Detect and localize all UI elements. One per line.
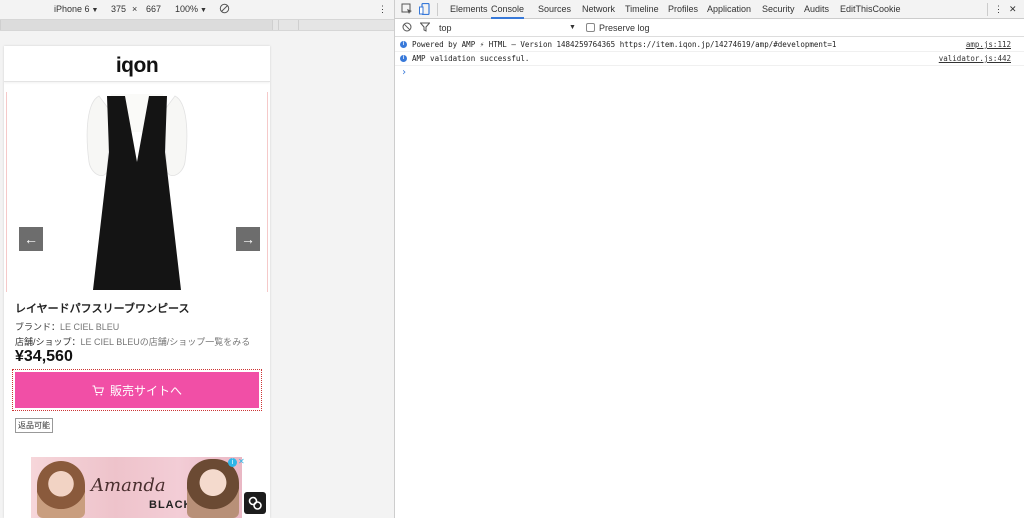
carousel-prev-button[interactable]: ← <box>19 227 43 251</box>
floating-link-icon[interactable] <box>244 492 266 514</box>
tab-profiles[interactable]: Profiles <box>668 4 698 14</box>
ad-info-icon[interactable]: i <box>228 458 237 467</box>
product-title: レイヤードパフスリーブワンピース <box>15 303 190 315</box>
chevron-down-icon[interactable]: ▼ <box>569 24 576 31</box>
devtools-more-icon[interactable]: ⋮ <box>994 4 1003 15</box>
viewport-width-input[interactable]: 375 <box>111 4 126 14</box>
device-toolbar: iPhone 6 ▼ 375 × 667 100% ▼ ⋮ <box>0 0 394 19</box>
brand-label: ブランド： <box>15 322 61 332</box>
buy-button-focus-ring: 販売サイトへ <box>12 369 262 411</box>
ad-brand-script: Amanda <box>91 475 166 496</box>
ruler-divider <box>298 20 299 30</box>
console-prompt[interactable]: › <box>401 67 407 78</box>
console-message-text: Powered by AMP ⚡ HTML – Version 14842597… <box>412 40 837 49</box>
toolbar-divider <box>987 3 988 16</box>
console-message: i Powered by AMP ⚡ HTML – Version 148425… <box>395 38 1024 52</box>
ad-model-photo <box>187 459 239 518</box>
product-carousel[interactable]: ← → <box>6 92 268 292</box>
device-name: iPhone 6 <box>54 4 90 14</box>
tab-editthiscookie[interactable]: EditThisCookie <box>840 4 901 14</box>
devtools-close-icon[interactable]: ✕ <box>1009 4 1017 15</box>
shop-link[interactable]: LE CIEL BLEUの店舗/ショップ一覧をみる <box>81 337 251 347</box>
info-icon: i <box>400 41 407 48</box>
device-select[interactable]: iPhone 6 ▼ <box>54 4 98 14</box>
tab-application[interactable]: Application <box>707 4 751 14</box>
devtools-panel: Elements Console Sources Network Timelin… <box>395 0 1024 518</box>
console-message: i AMP validation successful. validator.j… <box>395 52 1024 66</box>
site-logo[interactable]: iqon <box>4 54 270 78</box>
tab-timeline[interactable]: Timeline <box>625 4 659 14</box>
buy-button-label: 販売サイトへ <box>109 383 182 398</box>
buy-button[interactable]: 販売サイトへ <box>15 372 259 408</box>
tab-console[interactable]: Console <box>491 0 525 19</box>
zoom-select[interactable]: 100% ▼ <box>175 4 207 14</box>
ruler-divider <box>278 20 279 30</box>
ad-banner[interactable]: Amanda BLACK <box>31 457 242 518</box>
info-icon: i <box>400 55 407 62</box>
tab-security[interactable]: Security <box>762 4 795 14</box>
tab-sources[interactable]: Sources <box>538 4 571 14</box>
inspect-element-icon[interactable] <box>401 3 413 15</box>
clear-console-icon[interactable] <box>402 22 412 34</box>
device-more-icon[interactable]: ⋮ <box>378 4 387 15</box>
console-message-text: AMP validation successful. <box>412 54 530 63</box>
site-header: iqon <box>4 46 270 82</box>
tab-audits[interactable]: Audits <box>804 4 829 14</box>
devtools-tab-bar: Elements Console Sources Network Timelin… <box>395 0 1024 19</box>
emulated-page: iqon ← → レイヤードパフスリーブワンピース ブランド：LE CIEL B… <box>4 46 270 518</box>
ad-close-icon[interactable]: ✕ <box>238 457 245 466</box>
tab-elements[interactable]: Elements <box>450 4 488 14</box>
media-query-ruler[interactable] <box>0 19 394 31</box>
filter-icon[interactable] <box>419 22 431 34</box>
device-emulation-pane: iPhone 6 ▼ 375 × 667 100% ▼ ⋮ iqon ← → レ… <box>0 0 394 518</box>
console-source-link[interactable]: validator.js:442 <box>939 54 1011 63</box>
preserve-log-label: Preserve log <box>599 23 650 33</box>
shop-label: 店舗/ショップ： <box>15 337 81 347</box>
device-toolbar-toggle-icon[interactable] <box>419 2 431 16</box>
context-select[interactable]: top <box>439 23 452 33</box>
toolbar-divider <box>437 3 438 16</box>
ad-model-photo <box>37 461 85 518</box>
browser-window: iPhone 6 ▼ 375 × 667 100% ▼ ⋮ iqon ← → レ… <box>0 0 1024 518</box>
tab-network[interactable]: Network <box>582 4 615 14</box>
product-price: ¥34,560 <box>15 348 73 365</box>
ruler-segment <box>0 20 272 30</box>
rotate-icon[interactable] <box>219 3 230 16</box>
return-badge: 返品可能 <box>15 418 53 433</box>
dimension-separator: × <box>132 4 138 14</box>
cart-icon <box>92 385 104 396</box>
carousel-next-button[interactable]: → <box>236 227 260 251</box>
console-source-link[interactable]: amp.js:112 <box>966 40 1011 49</box>
console-toolbar: top ▼ Preserve log <box>395 19 1024 37</box>
preserve-log-checkbox[interactable] <box>586 23 595 32</box>
zoom-value: 100% <box>175 4 199 14</box>
chevron-down-icon: ▼ <box>91 7 99 14</box>
product-image <box>86 94 188 290</box>
chevron-down-icon: ▼ <box>200 7 207 14</box>
shop-line: 店舗/ショップ：LE CIEL BLEUの店舗/ショップ一覧をみる <box>15 335 250 348</box>
ruler-divider <box>272 20 273 30</box>
viewport-height-input[interactable]: 667 <box>146 4 161 14</box>
brand-line: ブランド：LE CIEL BLEU <box>15 320 119 333</box>
brand-link[interactable]: LE CIEL BLEU <box>60 322 119 332</box>
ad-brand-word: BLACK <box>149 499 193 511</box>
